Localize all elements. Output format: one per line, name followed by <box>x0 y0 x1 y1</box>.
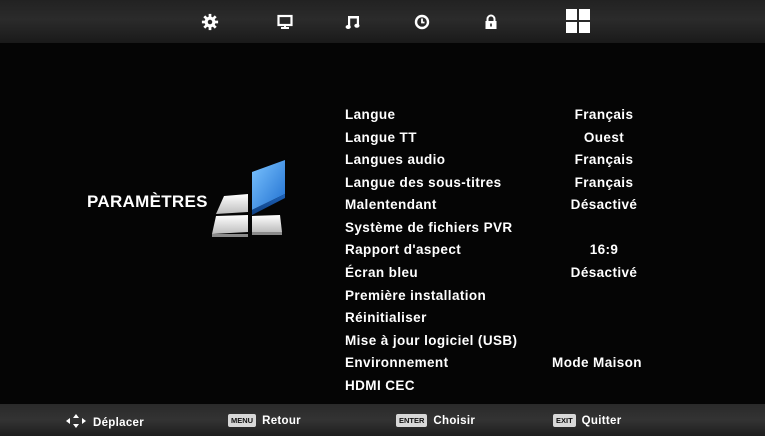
hint-select: ENTER Choisir <box>396 414 475 427</box>
lock-icon[interactable] <box>479 10 503 34</box>
tv-settings-screen: PARAMÈTRES Langue Français Langue TT Oue… <box>0 0 765 436</box>
monitor-icon[interactable] <box>273 10 297 34</box>
hint-move-label: Déplacer <box>93 416 144 429</box>
menu-item-teletext-language-value: Ouest <box>583 130 625 145</box>
menu-item-blue-screen-value: Désactivé <box>570 265 638 280</box>
bottom-hint-bar: Déplacer MENU Retour ENTER Choisir EXIT … <box>0 404 765 436</box>
menu-item-software-update-label[interactable]: Mise à jour logiciel (USB) <box>345 333 517 348</box>
hint-select-label: Choisir <box>433 414 476 427</box>
clock-icon[interactable] <box>410 10 434 34</box>
menu-item-hearing-impaired-value: Désactivé <box>570 197 638 212</box>
menu-item-language-value: Français <box>574 107 634 122</box>
menu-item-reset-label[interactable]: Réinitialiser <box>345 310 427 325</box>
menu-item-aspect-ratio-value: 16:9 <box>589 242 619 257</box>
menu-item-hearing-impaired-label[interactable]: Malentendant <box>345 197 437 212</box>
settings-logo-icon <box>210 158 290 253</box>
hint-exit: EXIT Quitter <box>553 414 621 427</box>
menu-item-audio-languages-label[interactable]: Langues audio <box>345 152 445 167</box>
hint-move: Déplacer <box>66 414 144 431</box>
menu-item-language-label[interactable]: Langue <box>345 107 395 122</box>
menu-item-pvr-file-system-label[interactable]: Système de fichiers PVR <box>345 220 513 235</box>
top-menu-bar <box>0 0 765 43</box>
menu-key-badge: MENU <box>228 414 257 427</box>
settings-gear-icon[interactable] <box>198 10 222 34</box>
hint-back-label: Retour <box>262 414 301 427</box>
menu-item-environment-value: Mode Maison <box>552 355 642 370</box>
menu-item-aspect-ratio-label[interactable]: Rapport d'aspect <box>345 242 461 257</box>
music-note-icon[interactable] <box>341 10 365 34</box>
menu-item-hdmi-cec-label[interactable]: HDMI CEC <box>345 378 415 393</box>
hint-back: MENU Retour <box>228 414 301 427</box>
exit-key-badge: EXIT <box>553 414 576 427</box>
page-title: PARAMÈTRES <box>87 192 208 211</box>
apps-grid-icon[interactable] <box>564 7 592 35</box>
menu-item-blue-screen-label[interactable]: Écran bleu <box>345 265 418 280</box>
menu-item-environment-label[interactable]: Environnement <box>345 355 448 370</box>
hint-exit-label: Quitter <box>581 414 622 427</box>
menu-item-teletext-language-label[interactable]: Langue TT <box>345 130 417 145</box>
menu-item-subtitle-language-label[interactable]: Langue des sous-titres <box>345 175 502 190</box>
menu-item-first-installation-label[interactable]: Première installation <box>345 288 486 303</box>
menu-item-subtitle-language-value: Français <box>574 175 634 190</box>
navigation-arrows-icon <box>66 414 86 431</box>
enter-key-badge: ENTER <box>396 414 428 427</box>
menu-item-audio-languages-value: Français <box>574 152 634 167</box>
